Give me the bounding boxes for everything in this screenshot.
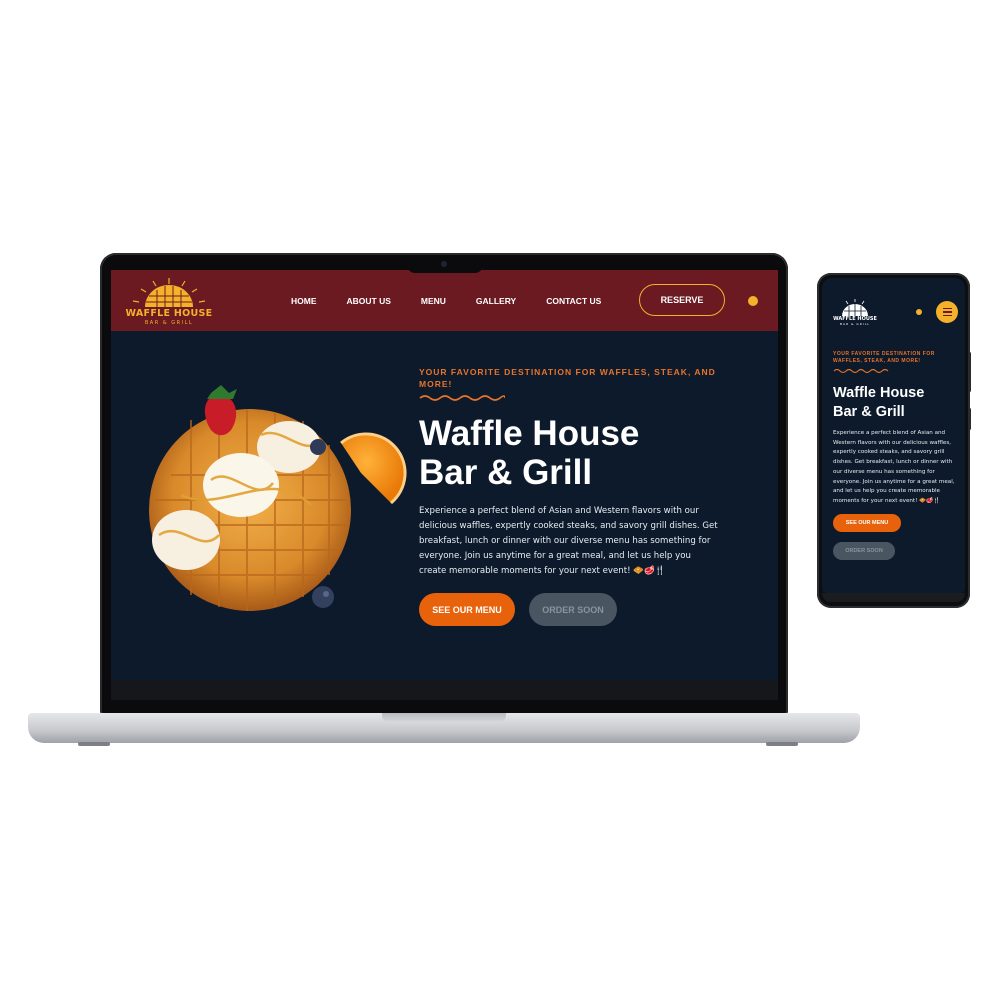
squiggle-divider-icon [419, 395, 505, 401]
laptop-chin [111, 680, 778, 700]
laptop-trackpad-lip [382, 713, 506, 723]
phone-chin [822, 593, 965, 602]
hero-description: Experience a perfect blend of Asian and … [419, 506, 718, 576]
site-logo[interactable]: WAFFLE HOUSE BAR & GRILL [121, 276, 217, 328]
hero-title-line-2: Bar & Grill [419, 453, 593, 492]
mobile-hero-eyebrow: YOUR FAVORITE DESTINATION FOR WAFFLES, S… [833, 351, 935, 364]
nav-home[interactable]: HOME [291, 296, 317, 306]
mobile-see-our-menu-button[interactable]: SEE OUR MENU [833, 513, 901, 532]
mobile-site-logo[interactable]: WAFFLE HOUSE BAR & GRILL [830, 298, 880, 330]
phone-side-button [968, 352, 971, 392]
waffle-house-logo-icon [842, 299, 868, 316]
nav-gallery[interactable]: GALLERY [476, 296, 516, 306]
waffle-house-logo-icon [132, 278, 206, 307]
nav-links: HOME ABOUT US MENU GALLERY CONTACT US [291, 270, 631, 331]
laptop-camera [441, 261, 447, 267]
order-soon-button[interactable]: ORDER SOON [529, 593, 617, 626]
reserve-button[interactable]: RESERVE [639, 284, 725, 316]
mobile-hero-description: Experience a perfect blend of Asian and … [833, 430, 955, 504]
mobile-hero-title-line-2: Bar & Grill [833, 404, 905, 420]
hero-title-line-1: Waffle House [419, 414, 640, 453]
mobile-logo-subtitle: BAR & GRILL [839, 322, 871, 326]
mobile-hero-title: Waffle House Bar & Grill [833, 384, 961, 422]
logo-wordmark: WAFFLE HOUSE [125, 308, 213, 319]
mobile-hero-section: YOUR FAVORITE DESTINATION FOR WAFFLES, S… [833, 351, 961, 560]
logo-subtitle: BAR & GRILL [144, 320, 194, 326]
hamburger-menu-icon[interactable] [936, 301, 958, 323]
nav-menu[interactable]: MENU [421, 296, 446, 306]
laptop-foot-right [766, 742, 798, 746]
navbar: WAFFLE HOUSE BAR & GRILL HOME ABOUT US M… [111, 270, 778, 331]
see-our-menu-button[interactable]: SEE OUR MENU [419, 593, 515, 626]
mobile-hero-title-line-1: Waffle House [833, 385, 925, 401]
desktop-site-screen: WAFFLE HOUSE BAR & GRILL HOME ABOUT US M… [111, 270, 778, 680]
nav-contact-us[interactable]: CONTACT US [546, 296, 601, 306]
hero-buttons: SEE OUR MENU ORDER SOON [419, 593, 729, 626]
mobile-order-soon-button[interactable]: ORDER SOON [833, 541, 895, 560]
hero-title: Waffle House Bar & Grill [419, 414, 729, 492]
laptop-foot-left [78, 742, 110, 746]
hero-section: YOUR FAVORITE DESTINATION FOR WAFFLES, S… [419, 366, 729, 626]
theme-toggle-dot-icon[interactable] [748, 296, 758, 306]
mobile-site-screen: WAFFLE HOUSE BAR & GRILL YOUR FAVORITE D… [822, 278, 965, 593]
squiggle-divider-icon [833, 368, 889, 374]
hero-eyebrow: YOUR FAVORITE DESTINATION FOR WAFFLES, S… [419, 367, 716, 389]
waffle-dessert-image [149, 385, 407, 611]
theme-toggle-dot-icon[interactable] [916, 309, 922, 315]
nav-about-us[interactable]: ABOUT US [347, 296, 391, 306]
phone-side-button [968, 408, 971, 430]
